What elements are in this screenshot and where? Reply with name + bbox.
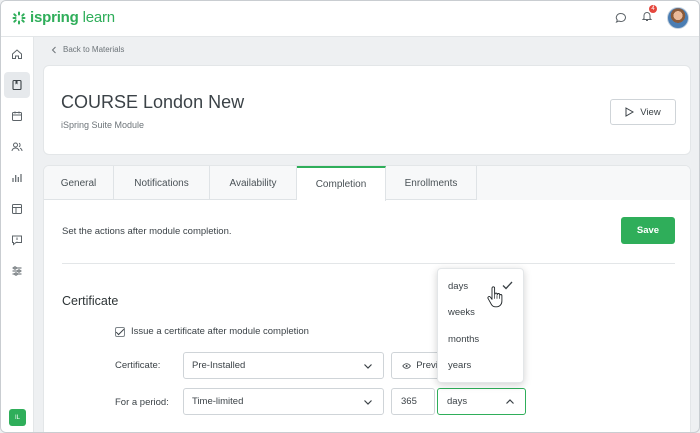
period-type-value: Time-limited xyxy=(192,396,244,407)
issue-certificate-row[interactable]: Issue a certificate after module complet… xyxy=(115,326,309,337)
option-label: days xyxy=(448,280,469,292)
period-type-select[interactable]: Time-limited xyxy=(183,388,384,415)
course-subtitle: iSpring Suite Module xyxy=(61,120,145,130)
layout-icon xyxy=(12,204,22,214)
sidebar-item-reports[interactable] xyxy=(4,165,30,191)
view-button[interactable]: View xyxy=(610,99,676,125)
sidebar-item-settings[interactable] xyxy=(4,258,30,284)
tab-availability[interactable]: Availability xyxy=(210,166,297,200)
logo[interactable]: ispring learn xyxy=(12,9,115,26)
chevron-down-icon xyxy=(364,400,372,405)
chevron-left-icon xyxy=(51,46,56,53)
sidebar-item-layout[interactable] xyxy=(4,196,30,222)
tab-bar: General Notifications Availability Compl… xyxy=(44,166,690,201)
sidebar-item-materials[interactable] xyxy=(4,72,30,98)
checkmark-icon xyxy=(502,281,513,290)
logo-text-light: learn xyxy=(82,9,116,26)
dropdown-option-weeks[interactable]: weeks xyxy=(438,300,523,327)
chart-icon xyxy=(12,174,22,182)
sidebar-item-feedback[interactable] xyxy=(4,227,30,253)
users-icon xyxy=(11,142,23,152)
calendar-icon xyxy=(12,111,22,121)
tab-completion[interactable]: Completion xyxy=(297,166,386,201)
completion-description: Set the actions after module completion. xyxy=(62,226,232,237)
back-to-materials-link[interactable]: Back to Materials xyxy=(63,45,124,54)
user-badge[interactable]: IL xyxy=(9,409,26,426)
dropdown-option-years[interactable]: years xyxy=(438,353,523,380)
issue-certificate-label: Issue a certificate after module complet… xyxy=(131,326,309,337)
chevron-up-icon xyxy=(506,399,514,404)
sidebar-item-users[interactable] xyxy=(4,134,30,160)
period-unit-select[interactable]: days xyxy=(437,388,526,415)
dropdown-option-months[interactable]: months xyxy=(438,326,523,353)
option-label: weeks xyxy=(448,307,475,319)
page-title: COURSE London New xyxy=(61,92,245,112)
sidebar-item-home[interactable] xyxy=(4,41,30,67)
sidebar-item-calendar[interactable] xyxy=(4,103,30,129)
dropdown-option-days[interactable]: days xyxy=(438,273,523,300)
certificate-select-value: Pre-Installed xyxy=(192,360,246,371)
tab-general[interactable]: General xyxy=(44,166,114,200)
view-button-label: View xyxy=(640,106,661,118)
breadcrumb[interactable]: Back to Materials xyxy=(51,45,124,54)
divider xyxy=(62,263,675,264)
issue-certificate-checkbox[interactable] xyxy=(115,326,125,337)
top-icons: 4 xyxy=(615,5,689,29)
book-icon xyxy=(12,79,22,91)
logo-text: ispring learn xyxy=(30,9,115,26)
settings-card: General Notifications Availability Compl… xyxy=(43,165,691,432)
tab-notifications[interactable]: Notifications xyxy=(114,166,210,200)
play-icon xyxy=(625,107,635,117)
period-label: For a period: xyxy=(115,397,169,408)
option-label: months xyxy=(448,333,480,345)
option-label: years xyxy=(448,360,472,372)
home-icon xyxy=(12,49,22,59)
eye-icon xyxy=(402,362,411,369)
certificate-select[interactable]: Pre-Installed xyxy=(183,352,384,379)
chevron-down-icon xyxy=(364,364,372,369)
certificate-section-title: Certificate xyxy=(62,294,119,308)
top-bar: ispring learn 4 xyxy=(1,1,699,37)
save-button[interactable]: Save xyxy=(621,217,675,244)
tab-enrollments[interactable]: Enrollments xyxy=(386,166,477,200)
tab-bar-filler xyxy=(477,166,690,200)
ispring-logo-icon xyxy=(12,11,26,24)
certificate-label: Certificate: xyxy=(115,360,161,371)
chat-icon[interactable] xyxy=(615,12,627,24)
avatar[interactable] xyxy=(667,7,689,29)
app-window: ispring learn 4 IL Back to Materials COU… xyxy=(0,0,700,433)
period-amount-input[interactable]: 365 xyxy=(391,388,435,415)
notifications-button[interactable]: 4 xyxy=(641,5,657,27)
settings-sliders-icon xyxy=(12,266,22,276)
period-unit-value: days xyxy=(447,396,468,407)
logo-text-bold: ispring xyxy=(30,9,79,26)
feedback-icon xyxy=(12,235,22,246)
period-unit-dropdown: days weeks months years xyxy=(437,268,524,383)
course-header-card: COURSE London New iSpring Suite Module V… xyxy=(43,65,691,155)
notification-badge: 4 xyxy=(649,5,657,13)
hand-cursor-icon xyxy=(487,286,503,308)
sidebar: IL xyxy=(1,37,34,432)
